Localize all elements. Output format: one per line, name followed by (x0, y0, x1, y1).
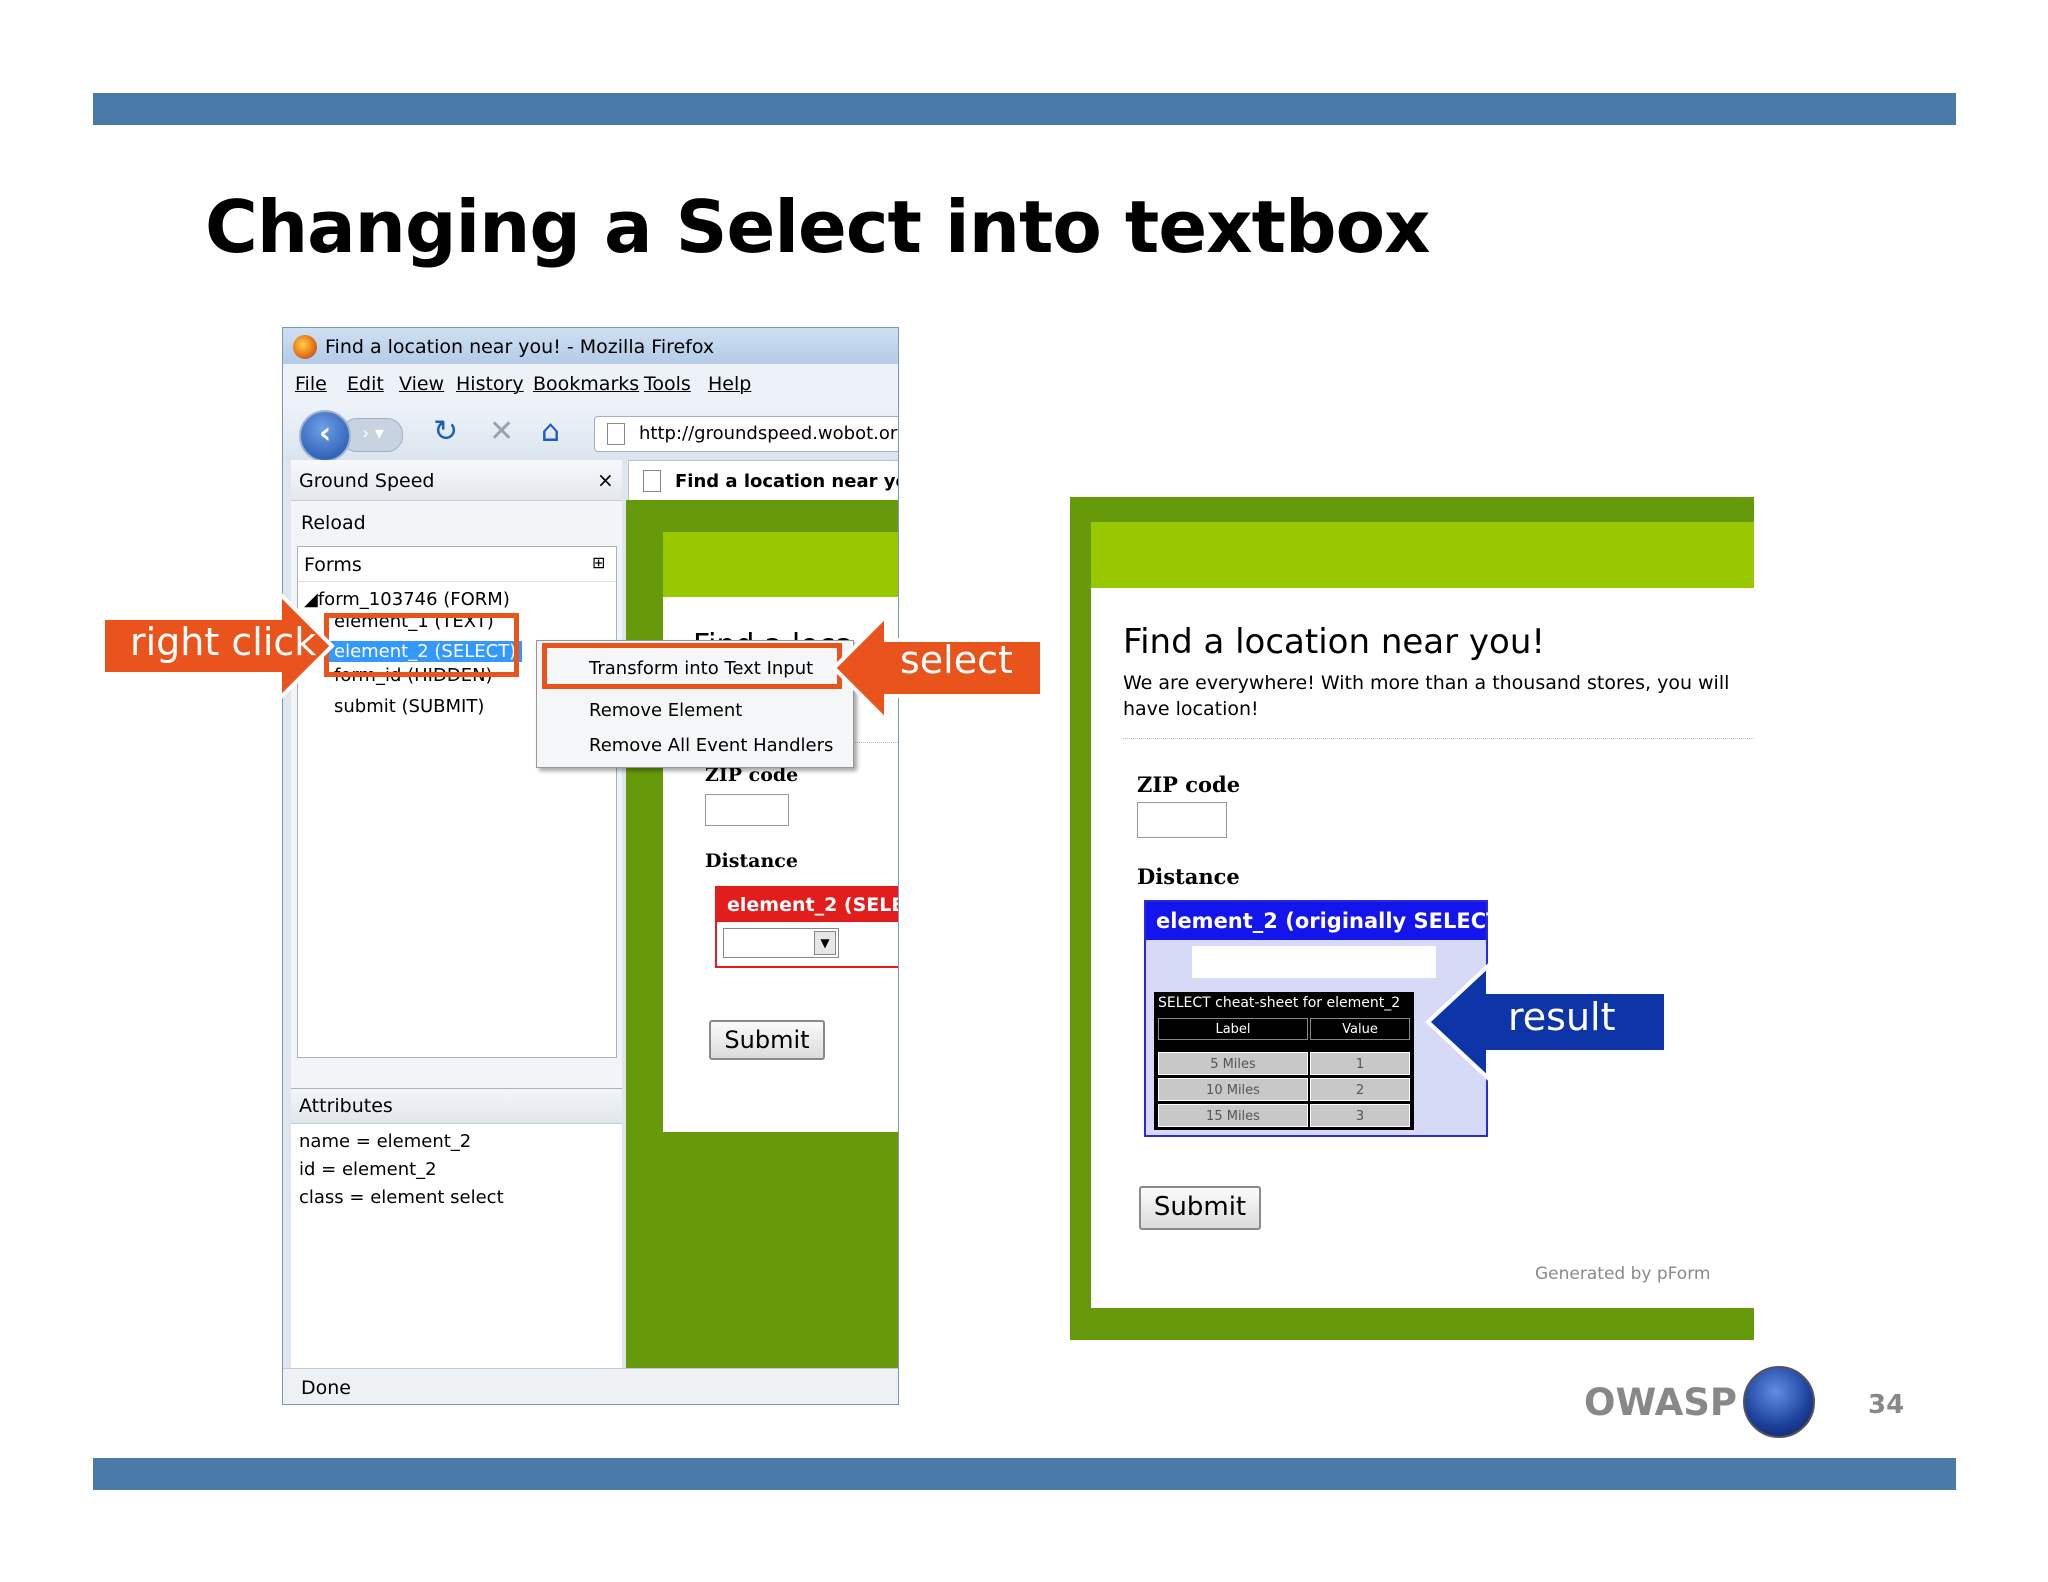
chevron-down-icon[interactable]: ▼ (814, 931, 836, 955)
result-page-content: Find a location near you! We are everywh… (1091, 522, 1754, 1308)
status-bar: Done (283, 1368, 898, 1404)
attributes-header-label: Attributes (299, 1095, 393, 1117)
reload-button[interactable]: Reload (301, 512, 366, 534)
page-icon (607, 423, 625, 445)
generated-by-text: Generated by pForm (1535, 1264, 1711, 1284)
bottom-accent-bar (93, 1458, 1956, 1490)
tab-find-location[interactable]: Find a location near you! (628, 460, 898, 501)
distance-select[interactable]: ▼ (723, 928, 839, 958)
cheat-cell-label: 5 Miles (1158, 1052, 1308, 1075)
sidebar-title: Ground Speed (299, 470, 435, 492)
window-title: Find a location near you! - Mozilla Fire… (325, 336, 715, 358)
result-callout-label: result (1508, 995, 1616, 1039)
cheat-cell-value: 1 (1310, 1052, 1410, 1075)
cheat-header-value: Value (1310, 1018, 1410, 1040)
element-2-header-text: element_2 (SELEC (727, 894, 898, 916)
menu-tools[interactable]: Tools (644, 373, 691, 395)
menu-history[interactable]: History (456, 373, 524, 395)
attribute-class: class = element select (299, 1187, 504, 1208)
attributes-panel: Attributes name = element_2 id = element… (291, 1088, 622, 1369)
firefox-logo-icon (293, 335, 317, 359)
cheat-cell-value: 3 (1310, 1104, 1410, 1127)
top-accent-bar (93, 93, 1956, 125)
menu-help[interactable]: Help (708, 373, 751, 395)
menu-bookmarks[interactable]: Bookmarks (533, 373, 639, 395)
transformed-element-header: element_2 (originally SELECT) (1146, 902, 1510, 940)
home-icon[interactable]: ⌂ (541, 414, 560, 449)
element-2-box: element_2 (SELEC ▼ (715, 886, 898, 968)
zip-input[interactable] (705, 794, 789, 826)
attribute-id: id = element_2 (299, 1159, 437, 1180)
menu-bar: File Edit View History Bookmarks Tools H… (283, 364, 898, 404)
url-bar[interactable]: http://groundspeed.wobot.org/ (594, 416, 899, 452)
owasp-logo-text: OWASP (1584, 1381, 1738, 1424)
attributes-header: Attributes (291, 1089, 622, 1124)
result-distance-label: Distance (1137, 864, 1240, 889)
divider (1123, 738, 1754, 739)
owasp-globe-icon (1743, 1366, 1815, 1438)
highlight-box-transform (542, 643, 842, 689)
cheat-sheet-title: SELECT cheat-sheet for element_2 (1158, 995, 1401, 1011)
tree-item-submit[interactable]: submit (SUBMIT) (334, 696, 484, 717)
attribute-name: name = element_2 (299, 1131, 472, 1152)
result-zip-input[interactable] (1137, 802, 1227, 838)
distance-label: Distance (705, 850, 798, 872)
column-picker-icon[interactable]: ⊞ (592, 553, 605, 572)
sidebar-header: Ground Speed × (291, 460, 622, 501)
tab-title: Find a location near you! (675, 471, 898, 492)
cheat-sheet-table: SELECT cheat-sheet for element_2 Label V… (1154, 992, 1414, 1130)
page-number: 34 (1868, 1390, 1905, 1420)
forms-header: Forms ⊞ (298, 547, 616, 582)
firefox-window: Find a location near you! - Mozilla Fire… (282, 327, 899, 1405)
back-button[interactable]: ‹ (299, 410, 351, 462)
transformed-element-header-text: element_2 (originally SELECT) (1156, 909, 1511, 933)
submit-button[interactable]: Submit (709, 1020, 825, 1060)
distance-text-input[interactable] (1192, 946, 1436, 978)
status-text: Done (301, 1377, 351, 1399)
tree-item-label: form_103746 (FORM) (317, 589, 510, 610)
menu-item-remove-handlers[interactable]: Remove All Event Handlers (589, 735, 833, 756)
element-2-header: element_2 (SELEC (717, 888, 898, 922)
menu-item-remove-element[interactable]: Remove Element (589, 700, 742, 721)
right-click-callout-label: right click (130, 620, 317, 664)
slide-title: Changing a Select into textbox (205, 185, 1430, 269)
page-icon (643, 470, 661, 492)
select-callout-label: select (900, 638, 1013, 682)
groundspeed-sidebar: Ground Speed × Reload Forms ⊞ ◢form_1037… (291, 460, 622, 1369)
menu-edit[interactable]: Edit (347, 373, 384, 395)
result-zip-label: ZIP code (1137, 772, 1241, 797)
page-banner (663, 532, 898, 597)
result-page-heading: Find a location near you! (1123, 622, 1546, 662)
menu-view[interactable]: View (399, 373, 444, 395)
forms-header-label: Forms (304, 554, 362, 576)
cheat-cell-label: 10 Miles (1158, 1078, 1308, 1101)
menu-file[interactable]: File (295, 373, 327, 395)
stop-icon[interactable]: ✕ (489, 414, 514, 449)
reload-icon[interactable]: ↻ (433, 414, 458, 449)
cheat-cell-value: 2 (1310, 1078, 1410, 1101)
navigation-toolbar: › ▾ ‹ ↻ ✕ ⌂ http://groundspeed.wobot.org… (283, 404, 899, 462)
url-text: http://groundspeed.wobot.org/ (639, 423, 899, 444)
close-icon[interactable]: × (597, 468, 614, 492)
result-page-banner (1091, 522, 1754, 588)
result-page-paragraph: We are everywhere! With more than a thou… (1123, 672, 1730, 720)
window-titlebar: Find a location near you! - Mozilla Fire… (283, 328, 898, 364)
cheat-cell-label: 15 Miles (1158, 1104, 1308, 1127)
result-submit-button[interactable]: Submit (1139, 1186, 1261, 1230)
highlight-box-element-2 (324, 613, 519, 677)
cheat-header-label: Label (1158, 1018, 1308, 1040)
